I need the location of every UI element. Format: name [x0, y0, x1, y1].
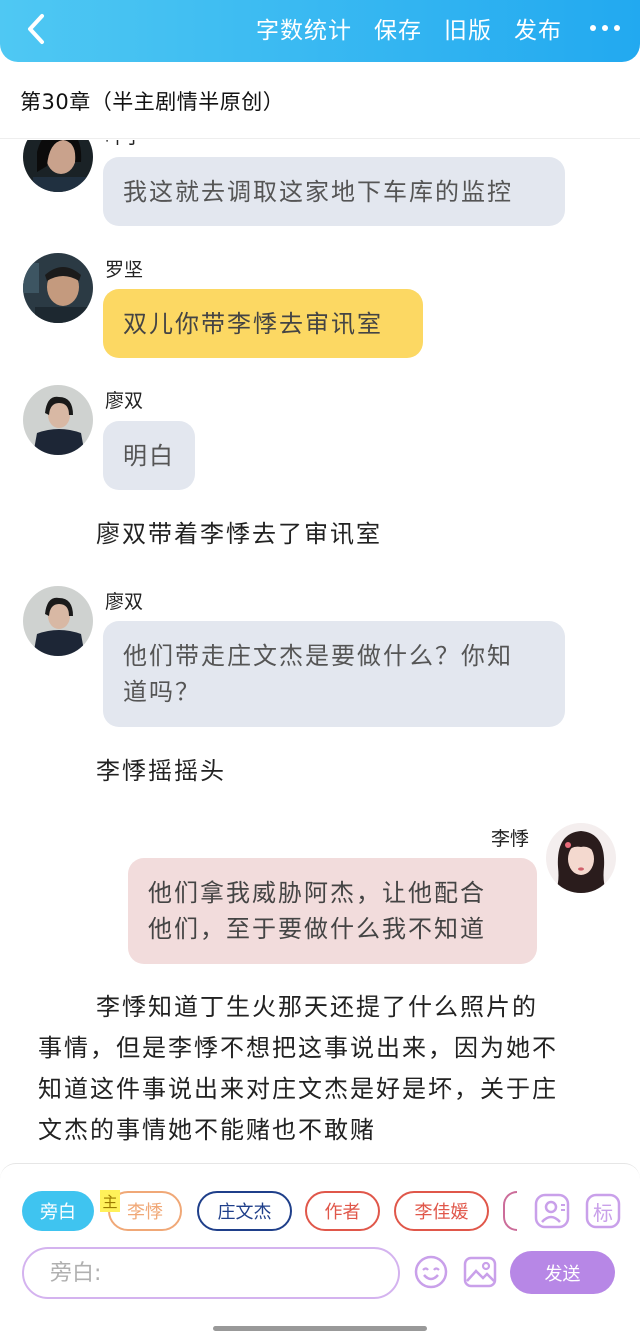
word-count-button[interactable]: 字数统计 [256, 11, 352, 45]
role-chip-zhuang-wenjie[interactable]: 庄文杰 [197, 1191, 292, 1231]
chevron-left-icon [28, 14, 44, 44]
message-text-line: 他们拿我威胁阿杰，让他配合 [148, 879, 486, 907]
message-input[interactable] [50, 1260, 398, 1286]
message-bubble[interactable]: 双儿你带李悸去审讯室 [103, 289, 423, 358]
role-chip-author[interactable]: 作者 [305, 1191, 380, 1231]
message-bubble[interactable]: 他们拿我威胁阿杰，让他配合 他们，至于要做什么我不知道 [128, 858, 537, 964]
publish-button[interactable]: 发布 [514, 11, 562, 45]
message-text: 我这就去调取这家地下车库的监控 [123, 178, 513, 206]
message-text: 明白 [123, 442, 175, 470]
top-actions: 字数统计 保存 旧版 发布 [256, 0, 620, 56]
avatar[interactable] [23, 586, 93, 656]
role-chip-label: 作者 [324, 1202, 361, 1223]
role-chip-narrator[interactable]: 旁白 [22, 1191, 94, 1231]
role-chip-label: 旁白 [40, 1202, 76, 1223]
avatar[interactable] [23, 140, 93, 192]
emoji-icon[interactable] [413, 1254, 449, 1290]
speaker-name: 廖双 [105, 390, 144, 412]
save-button[interactable]: 保存 [374, 11, 422, 45]
send-button[interactable]: 发送 [510, 1251, 615, 1294]
message-bubble[interactable]: 明白 [103, 421, 195, 490]
home-indicator[interactable] [213, 1326, 427, 1331]
speaker-name: 廖双 [105, 591, 144, 613]
narration-line[interactable]: 知道这件事说出来对庄文杰是好是坏，关于庄 [38, 1069, 558, 1109]
more-icon[interactable] [584, 25, 620, 31]
chat-area[interactable]: 叶子 我这就去调取这家地下车库的监控 罗坚 双儿你带李悸去审讯室 廖双 [0, 140, 640, 1165]
message-text: 双儿你带李悸去审讯室 [123, 310, 383, 338]
avatar[interactable] [23, 385, 93, 455]
avatar[interactable] [546, 823, 616, 893]
role-manage-icon[interactable] [534, 1193, 570, 1229]
divider [0, 138, 640, 139]
message-text-line: 他们，至于要做什么我不知道 [148, 915, 486, 943]
message-text-line: 道吗？ [123, 678, 201, 706]
role-chip-partial[interactable] [503, 1191, 517, 1231]
role-chip-label: 李佳媛 [414, 1202, 469, 1223]
back-button[interactable] [22, 12, 52, 46]
narration-line[interactable]: 李悸知道丁生火那天还提了什么照片的 [96, 987, 538, 1027]
send-label: 发送 [544, 1263, 581, 1285]
chapter-title: 第30章（半主剧情半原创） [20, 90, 285, 114]
narration-line[interactable]: 文杰的事情她不能赌也不敢赌 [38, 1110, 376, 1150]
role-chip-li-jiayuan[interactable]: 李佳媛 [394, 1191, 489, 1231]
speaker-name: 罗坚 [105, 259, 144, 281]
narration-text[interactable]: 李悸摇摇头 [96, 751, 226, 791]
narration-text[interactable]: 廖双带着李悸去了审讯室 [96, 514, 382, 554]
speaker-name: 李悸 [491, 828, 530, 850]
top-bar: 字数统计 保存 旧版 发布 [0, 0, 640, 62]
message-bubble[interactable]: 他们带走庄文杰是要做什么？你知 道吗？ [103, 621, 565, 727]
main-role-tag: 主 [100, 1190, 120, 1212]
role-chip-label: 庄文杰 [217, 1202, 272, 1223]
mark-label: 标 [593, 1200, 613, 1225]
role-chip-label: 李悸 [127, 1202, 163, 1223]
mark-icon[interactable]: 标 [585, 1193, 621, 1229]
message-text-line: 他们带走庄文杰是要做什么？你知 [123, 642, 513, 670]
avatar[interactable] [23, 253, 93, 323]
message-input-box[interactable] [22, 1247, 400, 1299]
image-icon[interactable] [462, 1254, 498, 1290]
speaker-name: 叶子 [105, 140, 143, 149]
message-bubble[interactable]: 我这就去调取这家地下车库的监控 [103, 157, 565, 226]
old-version-button[interactable]: 旧版 [444, 11, 492, 45]
narration-line[interactable]: 事情，但是李悸不想把这事说出来，因为她不 [38, 1028, 558, 1068]
